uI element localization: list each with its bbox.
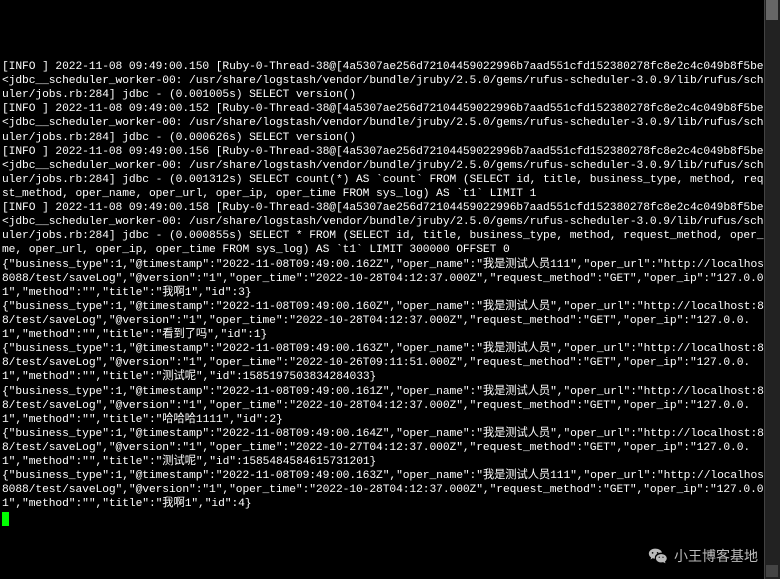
watermark-text: 小王博客基地 bbox=[674, 548, 758, 566]
wechat-icon bbox=[648, 547, 668, 567]
watermark: 小王博客基地 bbox=[648, 547, 758, 567]
scrollbar-thumb[interactable] bbox=[766, 0, 778, 20]
scrollbar-arrow-down[interactable] bbox=[766, 565, 778, 577]
terminal-cursor bbox=[2, 512, 9, 526]
terminal-output: [INFO ] 2022-11-08 09:49:00.150 [Ruby-0-… bbox=[0, 0, 780, 528]
log-content: [INFO ] 2022-11-08 09:49:00.150 [Ruby-0-… bbox=[2, 61, 777, 510]
scrollbar-track[interactable] bbox=[764, 0, 780, 579]
